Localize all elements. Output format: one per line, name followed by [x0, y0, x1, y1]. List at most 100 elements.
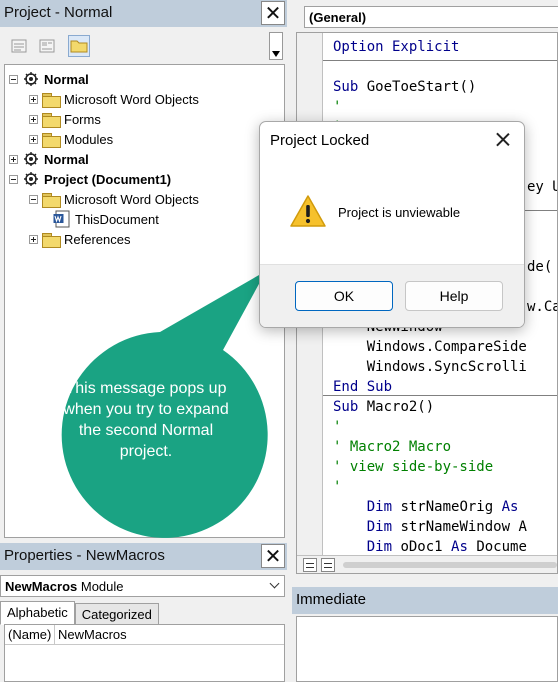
code-line-fragment: w.Ca — [527, 299, 558, 315]
code-text: oDoc1 — [392, 539, 443, 555]
callout-text: This message pops up when you try to exp… — [63, 380, 229, 460]
folder-icon — [42, 132, 61, 148]
tree-item[interactable]: ThisDocument — [49, 209, 159, 229]
chevron-down-icon — [269, 578, 280, 589]
right-column: (General) Option Explicit Sub GoeToeStart… — [292, 0, 558, 682]
object-dropdown-value: (General) — [309, 10, 367, 25]
code-keyword: As — [493, 499, 519, 515]
code-status-strip — [297, 555, 557, 573]
expand-icon[interactable] — [29, 114, 38, 124]
code-text: GoeToeStart() — [358, 79, 477, 95]
open-folder-icon — [42, 192, 61, 208]
property-row-empty — [5, 645, 284, 665]
expand-icon[interactable] — [29, 134, 38, 144]
full-module-view-button[interactable] — [321, 558, 335, 572]
expand-icon[interactable] — [29, 234, 38, 244]
code-text: strNameOrig — [392, 499, 494, 515]
code-keyword: Dim — [333, 539, 393, 555]
warning-icon — [290, 195, 326, 227]
tree-item-label: Project (Document1) — [44, 171, 172, 187]
tab-categorized[interactable]: Categorized — [74, 603, 159, 625]
ok-button[interactable]: OK — [295, 281, 393, 311]
vba-project-icon — [24, 172, 38, 186]
tree-item[interactable]: Modules — [29, 129, 113, 149]
vba-project-icon — [24, 152, 38, 166]
code-line: Sub Macro2() — [333, 397, 434, 417]
expand-icon[interactable] — [29, 94, 38, 104]
properties-object-type: Module — [80, 579, 124, 594]
code-line: Option Explicit — [333, 39, 460, 55]
properties-tabs: Alphabetic Categorized — [0, 601, 159, 625]
folder-icon — [42, 92, 61, 108]
properties-object-name: NewMacros — [5, 579, 78, 594]
immediate-input[interactable] — [296, 616, 558, 682]
tree-item[interactable]: Normal — [9, 69, 89, 89]
toggle-folders-button[interactable] — [68, 35, 90, 57]
tree-item[interactable]: Microsoft Word Objects — [29, 189, 199, 209]
code-keyword: Dim — [333, 519, 393, 535]
tree-item[interactable]: Forms — [29, 109, 101, 129]
tab-alphabetic[interactable]: Alphabetic — [0, 601, 75, 625]
code-keyword: Dim — [333, 499, 393, 515]
code-text: Docume — [467, 539, 527, 555]
property-row[interactable]: (Name) NewMacros — [5, 625, 284, 645]
property-key: (Name) — [5, 625, 55, 644]
expand-icon[interactable] — [9, 154, 18, 164]
collapse-icon[interactable] — [9, 174, 18, 184]
code-line: ' Macro2 Macro — [333, 439, 452, 455]
object-dropdown[interactable]: (General) — [304, 6, 558, 28]
project-tree: Normal Microsoft Word Objects Forms Modules… — [4, 64, 285, 538]
tree-item-label: Modules — [64, 131, 114, 147]
tree-item-label: Microsoft Word Objects — [64, 91, 199, 107]
procedure-view-button[interactable] — [303, 558, 317, 572]
properties-pane-close-button[interactable]: ✕ — [261, 544, 285, 568]
horizontal-scrollbar[interactable] — [343, 562, 557, 568]
dialog-title: Project Locked — [270, 132, 370, 149]
collapse-icon[interactable] — [29, 194, 38, 204]
procedure-separator — [323, 60, 557, 61]
tree-item-label: References — [64, 231, 131, 247]
properties-pane-title-text: Properties - NewMacros — [4, 547, 165, 564]
properties-object-select[interactable]: NewMacros Module — [0, 575, 285, 597]
code-keyword: Sub — [333, 79, 359, 95]
view-code-button[interactable] — [8, 35, 30, 57]
code-keyword: As — [442, 539, 468, 555]
project-pane-close-button[interactable]: ✕ — [261, 1, 285, 25]
tree-item-label: Forms — [64, 111, 101, 127]
tree-item[interactable]: Microsoft Word Objects — [29, 89, 199, 109]
close-icon: ✕ — [264, 1, 282, 25]
immediate-pane-title: Immediate — [292, 587, 558, 614]
view-code-icon — [11, 39, 27, 53]
dialog-close-icon[interactable] — [494, 130, 512, 148]
project-locked-dialog: Project Locked Project is unviewable OK … — [259, 121, 525, 328]
property-value[interactable]: NewMacros — [55, 625, 130, 644]
tree-item-label: Normal — [44, 151, 89, 167]
code-line-fragment: ey U — [527, 179, 558, 195]
word-document-icon — [53, 210, 70, 228]
code-line: End Sub — [333, 379, 393, 395]
code-line: Windows.SyncScrolli — [333, 359, 527, 375]
tree-item-label: Microsoft Word Objects — [64, 191, 199, 207]
code-text: Macro2() — [358, 399, 435, 415]
tree-item[interactable]: References — [29, 229, 130, 249]
code-line: ' — [333, 419, 342, 435]
folder-icon — [70, 40, 88, 53]
code-line: Dim strNameWindow A — [333, 517, 527, 537]
view-object-icon — [39, 39, 55, 53]
tree-item[interactable]: Normal — [9, 149, 89, 169]
folder-icon — [42, 232, 61, 248]
collapse-icon[interactable] — [9, 74, 18, 84]
left-column: Project - Normal ✕ Normal Microsoft Word … — [0, 0, 292, 682]
tree-item[interactable]: Project (Document1) — [9, 169, 171, 189]
properties-pane-title: Properties - NewMacros ✕ — [0, 543, 287, 570]
properties-grid: (Name) NewMacros — [4, 624, 285, 682]
code-line-fragment: de( — [527, 259, 553, 275]
toolbar-scroll-button[interactable] — [269, 32, 283, 60]
help-button[interactable]: Help — [405, 281, 503, 311]
code-keyword: Sub — [333, 399, 359, 415]
view-object-button[interactable] — [36, 35, 58, 57]
code-line: ' — [333, 479, 342, 495]
tree-item-label: Normal — [44, 71, 89, 87]
code-line: Dim strNameOrig As — [333, 497, 519, 517]
chevron-down-icon — [272, 51, 280, 57]
